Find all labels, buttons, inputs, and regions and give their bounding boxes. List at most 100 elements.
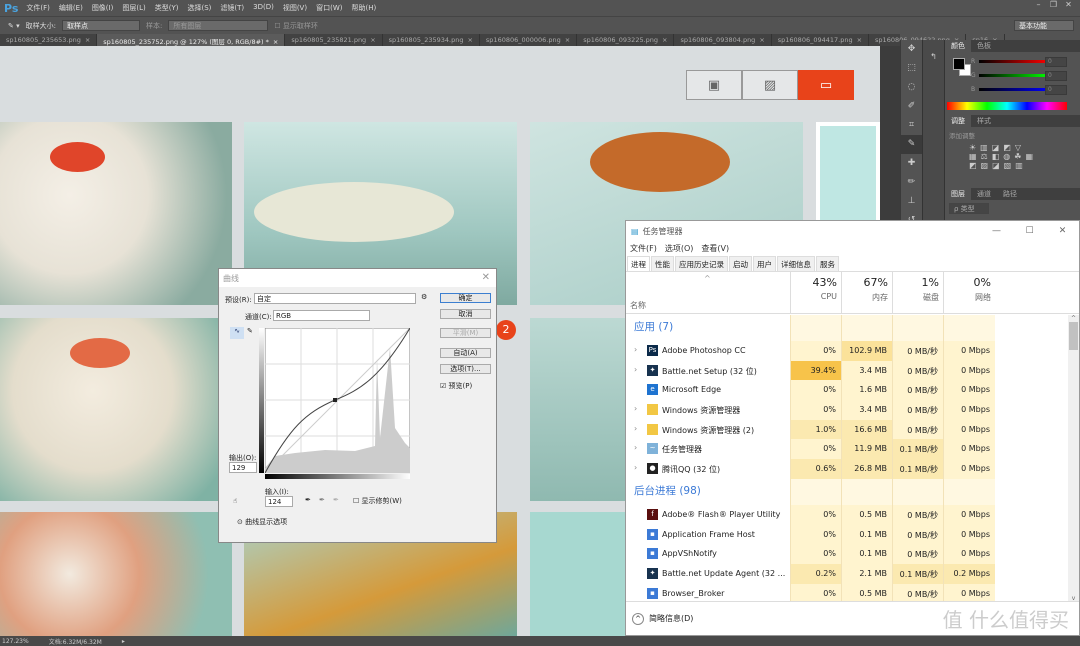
r-slider[interactable] — [979, 60, 1049, 63]
process-row[interactable]: ▪ Browser_Broker 0% 0.5 MB 0 MB/秒 0 Mbps — [626, 583, 1080, 602]
tm-menu-item[interactable]: 文件(F) — [630, 243, 657, 254]
preset-select[interactable]: 自定 — [254, 293, 416, 304]
expand-chevron-icon[interactable]: › — [634, 404, 637, 413]
column-磁盘[interactable]: 1% 磁盘 — [892, 272, 943, 314]
column-网络[interactable]: 0% 网络 — [943, 272, 995, 314]
menu-item[interactable]: 图层(L) — [122, 3, 145, 13]
folder-icon[interactable]: ▭ — [798, 70, 854, 100]
menu-item[interactable]: 窗口(W) — [316, 3, 342, 13]
menu-item[interactable]: 图像(I) — [92, 3, 114, 13]
white-eyedropper-icon[interactable]: ✒ — [333, 496, 339, 504]
tab-layers[interactable]: 图层 — [945, 188, 971, 200]
image-icon[interactable]: ▨ — [742, 70, 798, 100]
close-icon[interactable]: × — [565, 36, 570, 44]
document-tab[interactable]: sp160806_000006.png × — [480, 34, 578, 46]
column-内存[interactable]: 67% 内存 — [841, 272, 892, 314]
maximize-button[interactable]: ☐ — [1013, 226, 1046, 236]
column-name[interactable]: 名称 — [630, 300, 646, 311]
close-icon[interactable]: × — [85, 36, 90, 44]
process-row[interactable]: e Microsoft Edge 0% 1.6 MB 0 MB/秒 0 Mbps — [626, 380, 1080, 401]
tm-menu-item[interactable]: 查看(V) — [701, 243, 729, 254]
tm-tab[interactable]: 启动 — [729, 256, 752, 271]
tab-channels[interactable]: 通道 — [971, 188, 997, 200]
eyedropper-icon[interactable]: ✎ ▾ — [8, 22, 20, 30]
expand-chevron-icon[interactable]: › — [634, 463, 637, 472]
scrollbar[interactable]: ^ v — [1068, 315, 1079, 602]
healing-tool-icon[interactable]: ✚ — [901, 154, 922, 173]
tm-tab[interactable]: 性能 — [651, 256, 674, 271]
close-icon[interactable]: ✕ — [482, 272, 490, 283]
close-icon[interactable]: × — [467, 36, 472, 44]
process-row[interactable]: › ● 腾讯QQ (32 位) 0.6% 26.8 MB 0.1 MB/秒 0 Mbps — [626, 459, 1080, 479]
minimize-button[interactable]: – — [1031, 0, 1046, 9]
expand-chevron-icon[interactable]: › — [634, 443, 637, 452]
status-menu-icon[interactable]: ▸ — [122, 638, 125, 645]
ok-button[interactable]: 确定 — [440, 293, 491, 303]
channel-select[interactable]: RGB — [273, 310, 370, 321]
process-row[interactable]: ✦ Battle.net Update Agent (32 ... 0.2% 2.1 … — [626, 563, 1080, 584]
process-row[interactable]: › ~ 任务管理器 0% 11.9 MB 0.1 MB/秒 0 Mbps — [626, 439, 1080, 460]
group-header[interactable]: 应用 (7) — [626, 315, 1080, 341]
r-value[interactable]: 0 — [1045, 57, 1067, 67]
close-button[interactable]: ✕ — [1061, 0, 1076, 9]
menu-item[interactable]: 视图(V) — [283, 3, 307, 13]
tab-swatches[interactable]: 色板 — [971, 40, 997, 52]
target-adjust-icon[interactable]: ☝ — [233, 497, 237, 505]
group-header[interactable]: 后台进程 (98) — [626, 478, 1080, 505]
tm-tab[interactable]: 进程 — [627, 256, 650, 271]
b-value[interactable]: 0 — [1045, 85, 1067, 95]
input-field[interactable]: 124 — [265, 496, 293, 507]
show-ring-checkbox[interactable]: ☐ 显示取样环 — [274, 21, 318, 31]
tm-tab[interactable]: 用户 — [753, 256, 776, 271]
process-row[interactable]: ▪ Application Frame Host 0% 0.1 MB 0 MB/秒 0 M… — [626, 524, 1080, 545]
menu-item[interactable]: 帮助(H) — [351, 3, 376, 13]
g-slider[interactable] — [979, 74, 1049, 77]
layer-filter-select[interactable]: ρ 类型 — [949, 203, 989, 214]
curve-graph[interactable] — [265, 328, 410, 473]
document-tab[interactable]: sp160805_235752.png @ 127% (图层 0, RGB/8#… — [97, 34, 286, 46]
foreground-color[interactable] — [953, 58, 965, 70]
adjustment-icons[interactable]: ☀▥◪◩▽ ▦⚖◧◍☘▦ ◩▨◪▧▥ — [945, 143, 1080, 170]
preview-checkbox[interactable]: ☑ 预览(P) — [440, 381, 472, 391]
auto-button[interactable]: 自动(A) — [440, 348, 491, 358]
b-slider[interactable] — [979, 88, 1049, 91]
gray-eyedropper-icon[interactable]: ✒ — [319, 496, 325, 504]
sample-select[interactable]: 所有图层 — [168, 20, 269, 31]
tab-adjustments[interactable]: 调整 — [945, 115, 971, 127]
menu-item[interactable]: 3D(D) — [253, 3, 274, 13]
tm-tab[interactable]: 服务 — [816, 256, 839, 271]
menu-item[interactable]: 类型(Y) — [155, 3, 179, 13]
tab-styles[interactable]: 样式 — [971, 115, 997, 127]
document-tab[interactable]: sp160805_235653.png × — [0, 34, 98, 46]
output-field[interactable]: 129 — [229, 462, 257, 473]
cancel-button[interactable]: 取消 — [440, 309, 491, 319]
brush-tool-icon[interactable]: ✏ — [901, 173, 922, 192]
document-tab[interactable]: sp160806_093225.png × — [577, 34, 675, 46]
document-tab[interactable]: sp160805_235821.png × — [285, 34, 383, 46]
process-row[interactable]: › ✦ Battle.net Setup (32 位) 39.4% 3.4 MB 0 MB… — [626, 360, 1080, 381]
smooth-button[interactable]: 平滑(M) — [440, 328, 491, 338]
close-icon[interactable]: × — [857, 36, 862, 44]
move-tool-icon[interactable]: ✥ — [901, 40, 922, 59]
g-value[interactable]: 0 — [1045, 71, 1067, 81]
document-tab[interactable]: sp160805_235934.png × — [383, 34, 480, 46]
process-row[interactable]: › Ps Adobe Photoshop CC 0% 102.9 MB 0 MB/秒 0 M… — [626, 341, 1080, 361]
close-button[interactable]: ✕ — [1046, 226, 1079, 236]
tab-paths[interactable]: 路径 — [997, 188, 1023, 200]
pencil-icon[interactable]: ✎ — [247, 327, 253, 335]
process-row[interactable]: ▪ AppVShNotify 0% 0.1 MB 0 MB/秒 0 Mbps — [626, 544, 1080, 564]
document-tab[interactable]: sp160806_094417.png × — [772, 34, 870, 46]
tab-color[interactable]: 颜色 — [945, 40, 971, 52]
expand-chevron-icon[interactable]: › — [634, 365, 637, 374]
menu-item[interactable]: 文件(F) — [26, 3, 50, 13]
expand-chevron-icon[interactable]: › — [634, 345, 637, 354]
process-row[interactable]: f Adobe® Flash® Player Utility 0% 0.5 MB 0 M… — [626, 504, 1080, 525]
curve-point-tool-icon[interactable]: ∿ — [230, 327, 244, 339]
document-tab[interactable]: sp160806_093804.png × — [674, 34, 772, 46]
close-icon[interactable]: × — [759, 36, 764, 44]
display-options-toggle[interactable]: ⊙ 曲线显示选项 — [237, 517, 287, 527]
expand-chevron-icon[interactable]: › — [634, 424, 637, 433]
close-icon[interactable]: × — [273, 38, 278, 46]
close-icon[interactable]: × — [662, 36, 667, 44]
menu-item[interactable]: 滤镜(T) — [220, 3, 244, 13]
